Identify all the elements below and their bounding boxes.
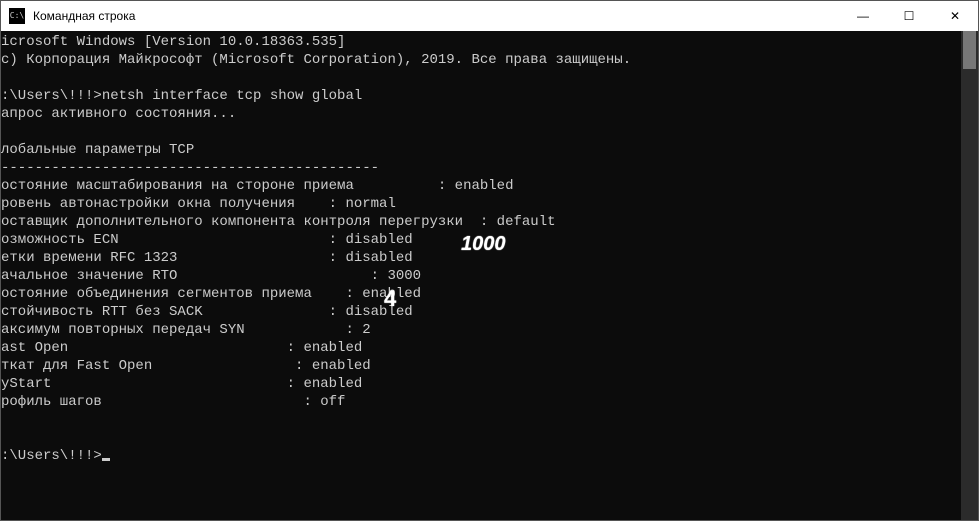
terminal-line: icrosoft Windows [Version 10.0.18363.535…	[1, 33, 961, 51]
window-title: Командная строка	[31, 9, 840, 23]
terminal-line: остояние масштабирования на стороне прие…	[1, 177, 961, 195]
terminal-output[interactable]: icrosoft Windows [Version 10.0.18363.535…	[1, 31, 961, 520]
terminal-area: icrosoft Windows [Version 10.0.18363.535…	[1, 31, 978, 520]
terminal-line	[1, 429, 961, 447]
terminal-line: етки времени RFC 1323 : disabled	[1, 249, 961, 267]
terminal-line: :\Users\!!!>	[1, 447, 961, 465]
close-button[interactable]: ✕	[932, 1, 978, 31]
scroll-thumb[interactable]	[963, 31, 976, 69]
terminal-line	[1, 123, 961, 141]
minimize-button[interactable]: —	[840, 1, 886, 31]
console-icon: C:\	[9, 8, 25, 24]
terminal-line: yStart : enabled	[1, 375, 961, 393]
terminal-line: рофиль шагов : off	[1, 393, 961, 411]
scrollbar[interactable]	[961, 31, 978, 520]
terminal-line: ровень автонастройки окна получения : no…	[1, 195, 961, 213]
cursor	[102, 458, 110, 461]
maximize-button[interactable]: ☐	[886, 1, 932, 31]
terminal-line: апрос активного состояния...	[1, 105, 961, 123]
terminal-line: :\Users\!!!>netsh interface tcp show glo…	[1, 87, 961, 105]
terminal-line: стойчивость RTT без SACK : disabled	[1, 303, 961, 321]
terminal-line: остояние объединения сегментов приема : …	[1, 285, 961, 303]
terminal-line: ткат для Fast Open : enabled	[1, 357, 961, 375]
terminal-line	[1, 69, 961, 87]
titlebar[interactable]: C:\ Командная строка — ☐ ✕	[1, 1, 978, 31]
terminal-line: с) Корпорация Майкрософт (Microsoft Corp…	[1, 51, 961, 69]
terminal-line: ast Open : enabled	[1, 339, 961, 357]
window-controls: — ☐ ✕	[840, 1, 978, 31]
terminal-line: аксимум повторных передач SYN : 2	[1, 321, 961, 339]
terminal-line	[1, 411, 961, 429]
terminal-line: ачальное значение RTO : 3000	[1, 267, 961, 285]
terminal-line: оставщик дополнительного компонента конт…	[1, 213, 961, 231]
terminal-line: лобальные параметры TCP	[1, 141, 961, 159]
terminal-line: озможность ECN : disabled	[1, 231, 961, 249]
command-prompt-window: C:\ Командная строка — ☐ ✕ icrosoft Wind…	[0, 0, 979, 521]
terminal-line: ----------------------------------------…	[1, 159, 961, 177]
